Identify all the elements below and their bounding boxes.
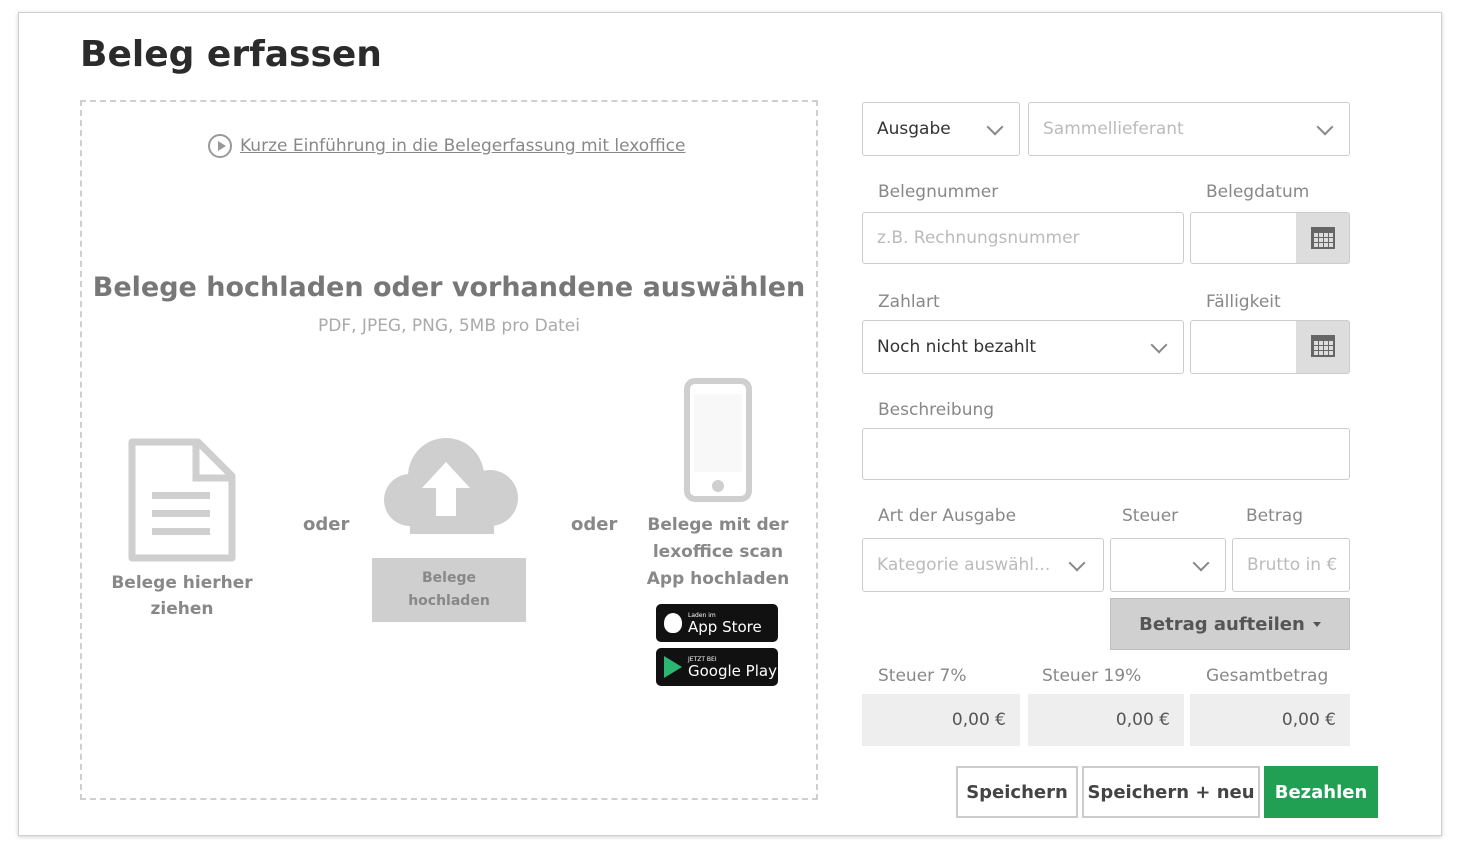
due-date-picker-button[interactable] — [1296, 320, 1350, 374]
chevron-down-icon — [1068, 554, 1086, 572]
calendar-icon — [1311, 227, 1335, 249]
document-icon — [128, 438, 236, 562]
tax-rate-select[interactable] — [1110, 538, 1226, 592]
receipt-number-label: Belegnummer — [878, 182, 999, 202]
mobile-app-label: Belege mit der lexoffice scan App hochla… — [646, 515, 790, 589]
google-play-icon — [664, 656, 682, 678]
google-play-badge[interactable]: JETZT BEI Google Play — [656, 648, 778, 686]
description-label: Beschreibung — [878, 400, 995, 420]
upload-file-types: PDF, JPEG, PNG, 5MB pro Datei — [318, 316, 580, 336]
tax-label: Steuer — [1122, 506, 1179, 526]
chevron-down-icon — [1316, 118, 1334, 136]
receipt-date-label: Belegdatum — [1206, 182, 1310, 202]
pay-button[interactable]: Bezahlen — [1264, 766, 1378, 818]
receipt-date-input[interactable] — [1190, 212, 1298, 264]
receipt-number-input[interactable]: z.B. Rechnungsnummer — [862, 212, 1184, 264]
upload-files-button[interactable]: Belege hochladen — [372, 558, 526, 622]
tax7-label: Steuer 7% — [878, 666, 967, 686]
intro-video-link-label: Kurze Einführung in die Belegerfassung m… — [240, 136, 686, 156]
smartphone-icon — [684, 378, 752, 502]
app-store-badge[interactable]: Laden im App Store — [656, 604, 778, 642]
intro-video-link[interactable]: Kurze Einführung in die Belegerfassung m… — [208, 134, 685, 158]
upload-heading: Belege hochladen oder vorhandene auswähl… — [92, 272, 806, 303]
receipt-type-select[interactable]: Ausgabe — [862, 102, 1020, 156]
payment-method-select[interactable]: Noch nicht bezahlt — [862, 320, 1184, 374]
description-input[interactable] — [862, 428, 1350, 480]
calendar-icon — [1311, 335, 1335, 357]
split-amount-button[interactable]: Betrag aufteilen — [1110, 598, 1350, 650]
receipt-date-picker-button[interactable] — [1296, 212, 1350, 264]
amount-label: Betrag — [1246, 506, 1303, 526]
total-value: 0,00 € — [1190, 694, 1350, 746]
chevron-down-icon — [1192, 554, 1210, 572]
expense-type-label: Art der Ausgabe — [878, 506, 1017, 526]
total-label: Gesamtbetrag — [1206, 666, 1329, 686]
apple-icon — [664, 613, 682, 633]
drag-drop-label: Belege hierher ziehen — [111, 573, 253, 619]
chevron-down-icon — [1150, 336, 1168, 354]
cloud-upload-icon — [384, 438, 518, 534]
or-label: oder — [571, 514, 618, 535]
or-label: oder — [303, 514, 350, 535]
tax19-value: 0,00 € — [1028, 694, 1184, 746]
gross-amount-input[interactable]: Brutto in € — [1232, 538, 1350, 592]
category-select[interactable]: Kategorie auswähl... — [862, 538, 1104, 592]
payment-method-label: Zahlart — [878, 292, 940, 312]
chevron-down-icon — [986, 118, 1004, 136]
tax19-label: Steuer 19% — [1042, 666, 1142, 686]
save-and-new-button[interactable]: Speichern + neu — [1082, 766, 1260, 818]
supplier-select[interactable]: Sammellieferant — [1028, 102, 1350, 156]
due-date-input[interactable] — [1190, 320, 1298, 374]
caret-down-icon — [1312, 621, 1321, 627]
tax7-value: 0,00 € — [862, 694, 1020, 746]
save-button[interactable]: Speichern — [956, 766, 1078, 818]
page-title: Beleg erfassen — [80, 34, 382, 75]
play-circle-icon — [208, 134, 232, 158]
due-date-label: Fälligkeit — [1206, 292, 1281, 312]
